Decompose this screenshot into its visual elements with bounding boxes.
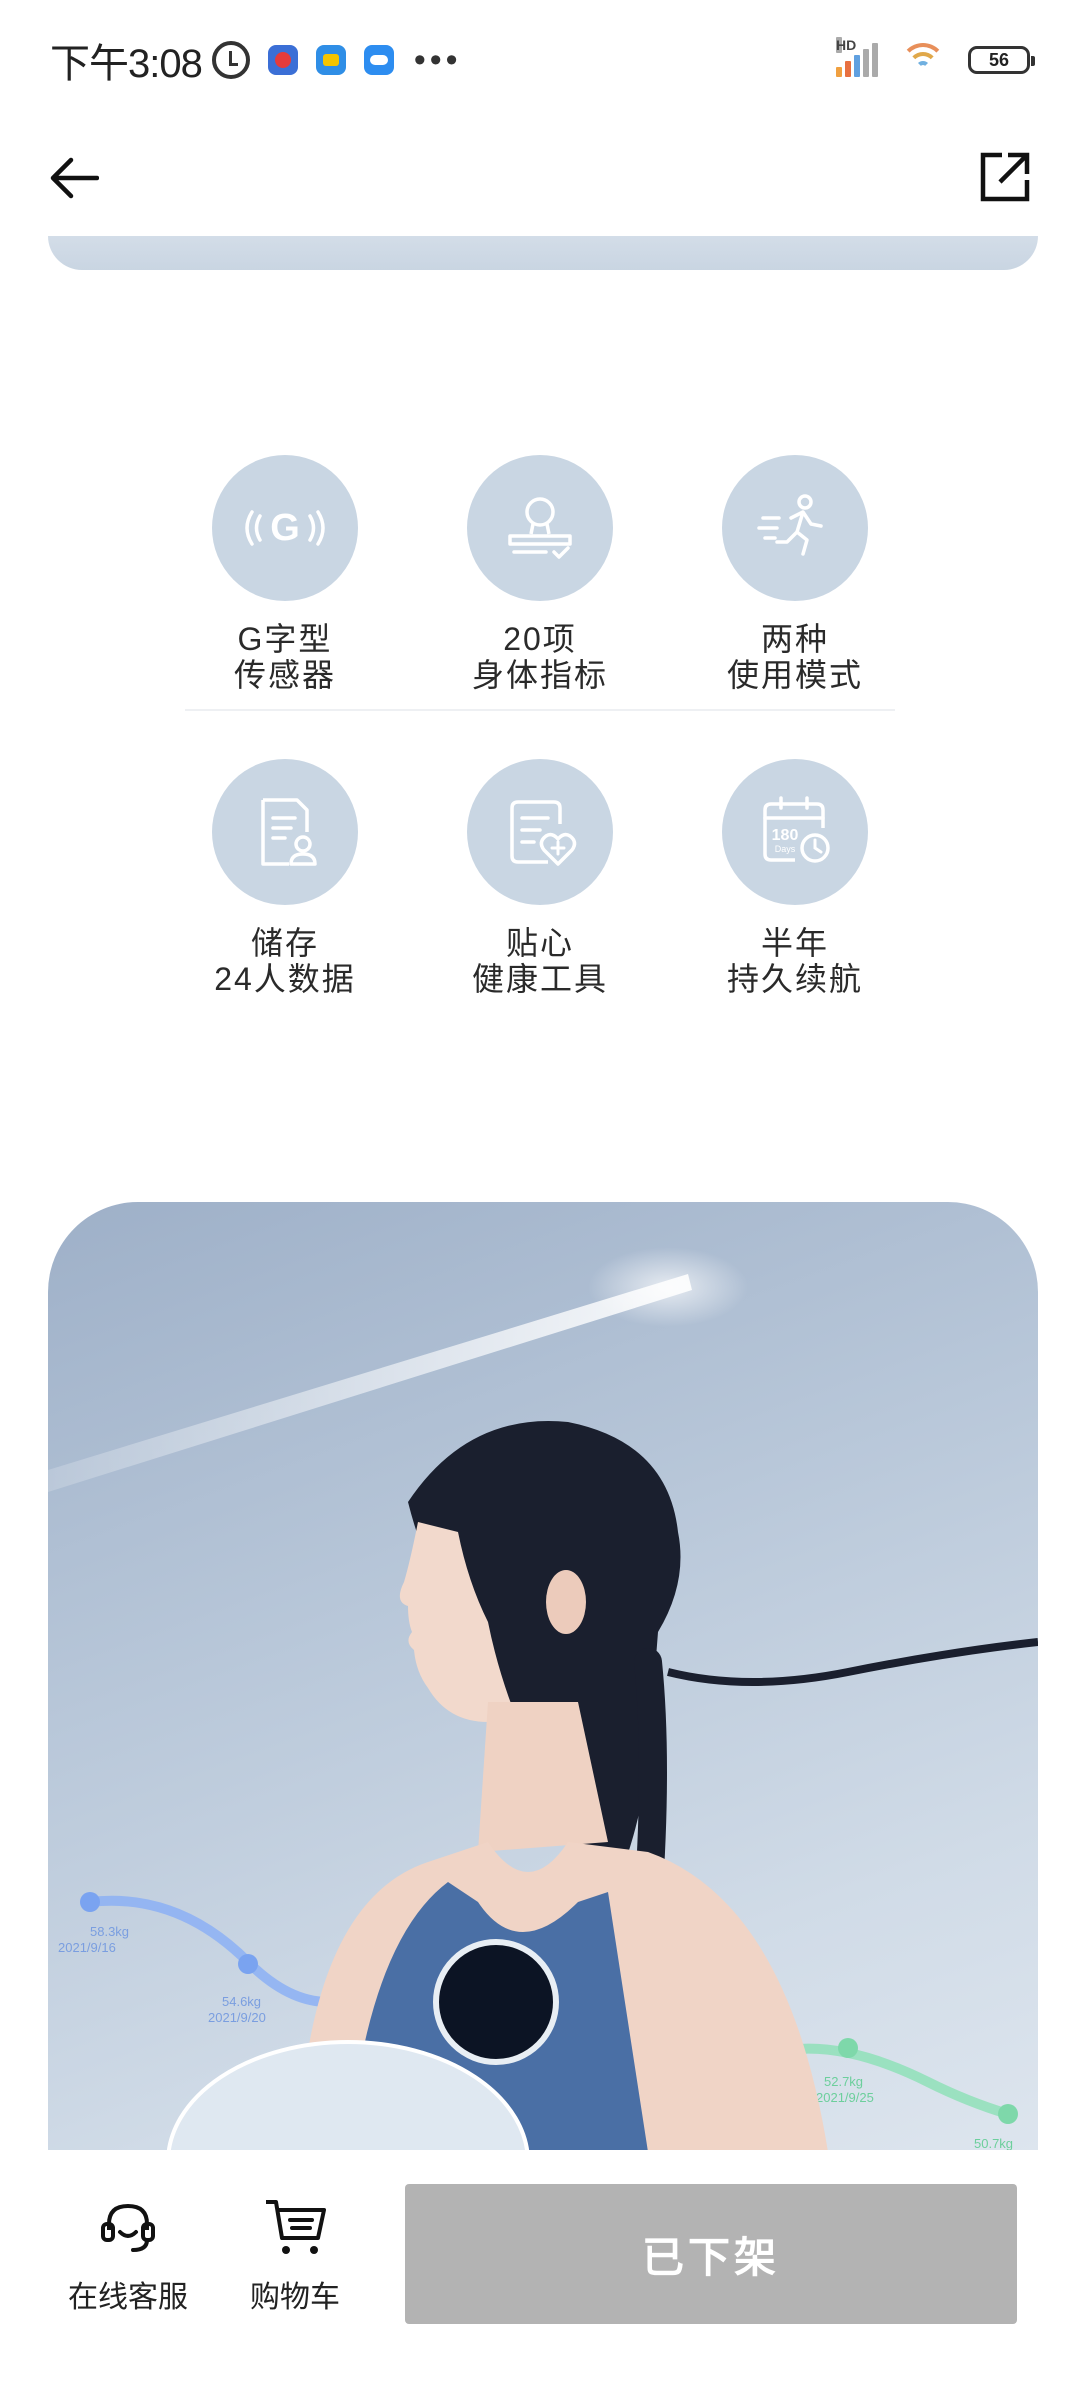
share-button[interactable]	[972, 144, 1038, 210]
hero-illustration: 58.3kg 2021/9/16 54.6kg 2021/9/20 52.7kg…	[48, 1247, 1038, 2152]
feature-g-sensor: G G字型 传感器	[170, 455, 400, 693]
weight-point	[238, 1954, 258, 1974]
weight-date: 2021/9/20	[208, 2010, 266, 2025]
feature-row: G G字型 传感器 20项 身体指标 两种 使用模式	[170, 455, 910, 693]
scale-display	[433, 1939, 559, 2065]
feature-label: 两种 使用模式	[726, 621, 863, 693]
status-system-icons: HD 56	[836, 37, 1035, 77]
cart-icon	[260, 2192, 330, 2262]
feature-usage-modes: 两种 使用模式	[680, 455, 910, 693]
app-notification-icon	[315, 45, 346, 75]
wifi-icon	[900, 43, 946, 77]
feature-row: 储存 24人数据 贴心 健康工具 180 Days 半年 持久续航	[170, 759, 910, 997]
more-notifications-icon: •••	[413, 40, 462, 79]
back-button[interactable]	[44, 148, 104, 208]
app-notification-icon	[267, 45, 298, 75]
feature-grid: G G字型 传感器 20项 身体指标 两种 使用模式 储存 24人数据 贴心 健…	[170, 455, 910, 997]
weight-date: 2021/9/16	[58, 1940, 116, 1955]
status-time: 下午3:08	[50, 42, 203, 86]
feature-label: 贴心 健康工具	[471, 925, 608, 997]
feature-label: G字型 传感器	[233, 621, 336, 693]
feature-health-tool: 贴心 健康工具	[425, 759, 655, 997]
customer-service-button[interactable]: 在线客服	[68, 2192, 188, 2316]
status-bar: 下午3:08 ••• HD 56	[0, 0, 1080, 120]
alarm-icon	[211, 41, 250, 79]
weight-value: 52.7kg	[824, 2074, 863, 2089]
weight-date: 2021/9/25	[816, 2090, 874, 2105]
weight-point	[838, 2038, 858, 2058]
share-external-icon	[980, 152, 1030, 202]
feature-divider	[185, 709, 895, 711]
network-label: HD	[836, 37, 857, 53]
signal-icon: HD	[836, 37, 878, 77]
headset-icon	[93, 2192, 163, 2262]
user-data-icon	[212, 759, 358, 905]
feature-body-metrics: 20项 身体指标	[425, 455, 655, 693]
banner-image-bottom	[48, 236, 1038, 270]
weight-value: 58.3kg	[90, 1924, 129, 1939]
cart-button[interactable]: 购物车	[235, 2192, 355, 2316]
running-mode-icon	[722, 455, 868, 601]
battery-level: 56	[988, 49, 1010, 70]
calendar-days-number: 180	[772, 827, 799, 844]
delisted-status-button[interactable]: 已下架	[405, 2184, 1017, 2324]
weight-point	[998, 2104, 1018, 2124]
hero-image: 58.3kg 2021/9/16 54.6kg 2021/9/20 52.7kg…	[48, 1202, 1038, 2152]
calendar-days-unit: Days	[775, 844, 796, 854]
body-metrics-icon	[467, 455, 613, 601]
calendar-180-icon: 180 Days	[722, 759, 868, 905]
g-sensor-icon: G	[212, 455, 358, 601]
feature-battery-life: 180 Days 半年 持久续航	[680, 759, 910, 997]
feature-label: 半年 持久续航	[726, 925, 863, 997]
weight-point	[80, 1892, 100, 1912]
feature-label: 储存 24人数据	[214, 925, 356, 997]
arrow-left-icon	[50, 157, 99, 199]
status-notification-icons	[211, 41, 394, 79]
cloud-app-icon	[363, 45, 394, 75]
weight-value: 54.6kg	[222, 1994, 261, 2009]
health-tool-icon	[467, 759, 613, 905]
cart-label: 购物车	[250, 2281, 340, 2314]
feature-label: 20项 身体指标	[471, 621, 608, 693]
top-nav	[0, 120, 1080, 240]
svg-text:G: G	[270, 507, 300, 549]
battery-icon: 56	[968, 46, 1035, 74]
bottom-action-bar: 在线客服 购物车 已下架	[0, 2150, 1080, 2400]
weight-value: 50.7kg	[974, 2136, 1013, 2151]
feature-user-storage: 储存 24人数据	[170, 759, 400, 997]
customer-service-label: 在线客服	[68, 2281, 188, 2314]
